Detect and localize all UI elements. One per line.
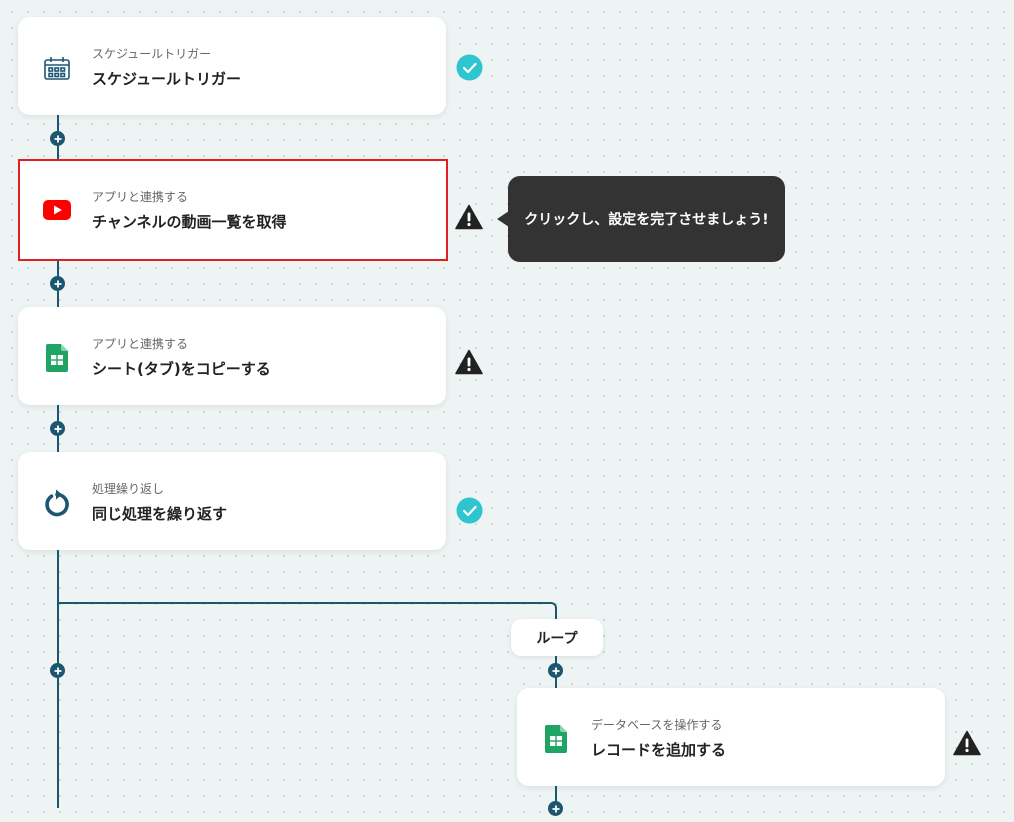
warning-icon — [953, 729, 981, 757]
step-title: レコードを追加する — [591, 741, 727, 759]
step-title: チャンネルの動画一覧を取得 — [92, 213, 287, 231]
step-category: 処理繰り返し — [92, 482, 165, 496]
step-title: シート(タブ)をコピーする — [92, 360, 271, 378]
step-category: スケジュールトリガー — [92, 47, 212, 61]
plus-icon — [54, 425, 61, 432]
workflow-canvas: スケジュールトリガー スケジュールトリガー アプリと連携する チャンネルの動画一… — [0, 0, 1014, 822]
calendar-clock-icon — [42, 53, 72, 83]
google-sheets-icon — [42, 343, 72, 373]
step-title: 同じ処理を繰り返す — [92, 505, 228, 523]
step-category: データベースを操作する — [591, 718, 723, 732]
plus-icon — [552, 805, 559, 812]
step-card-youtube-list-videos[interactable]: アプリと連携する チャンネルの動画一覧を取得 — [18, 159, 448, 261]
add-loop-step-button[interactable] — [548, 663, 563, 678]
google-sheets-icon — [541, 724, 571, 754]
branch-horizontal-line — [57, 602, 549, 604]
step-card-schedule-trigger[interactable]: スケジュールトリガー スケジュールトリガー — [18, 17, 446, 115]
loop-arrow-icon — [42, 488, 72, 518]
plus-icon — [552, 667, 559, 674]
step-card-repeat-process[interactable]: 処理繰り返し 同じ処理を繰り返す — [18, 452, 446, 550]
step-card-copy-sheet[interactable]: アプリと連携する シート(タブ)をコピーする — [18, 307, 446, 405]
add-loop-step-button[interactable] — [548, 801, 563, 816]
completed-check-icon — [455, 496, 483, 524]
step-category: アプリと連携する — [92, 337, 189, 351]
step-category: アプリと連携する — [92, 190, 189, 204]
plus-icon — [54, 667, 61, 674]
plus-icon — [54, 135, 61, 142]
warning-icon — [455, 348, 483, 376]
warning-icon — [455, 203, 483, 231]
setup-hint-tooltip: クリックし、設定を完了させましょう! — [508, 176, 785, 262]
youtube-icon — [42, 195, 72, 225]
add-step-button[interactable] — [50, 421, 65, 436]
add-step-button[interactable] — [50, 663, 65, 678]
completed-check-icon — [455, 53, 483, 81]
plus-icon — [54, 280, 61, 287]
step-card-add-record[interactable]: データベースを操作する レコードを追加する — [517, 688, 945, 786]
add-step-button[interactable] — [50, 276, 65, 291]
loop-label: ループ — [511, 619, 603, 656]
step-title: スケジュールトリガー — [92, 70, 241, 88]
add-step-button[interactable] — [50, 131, 65, 146]
